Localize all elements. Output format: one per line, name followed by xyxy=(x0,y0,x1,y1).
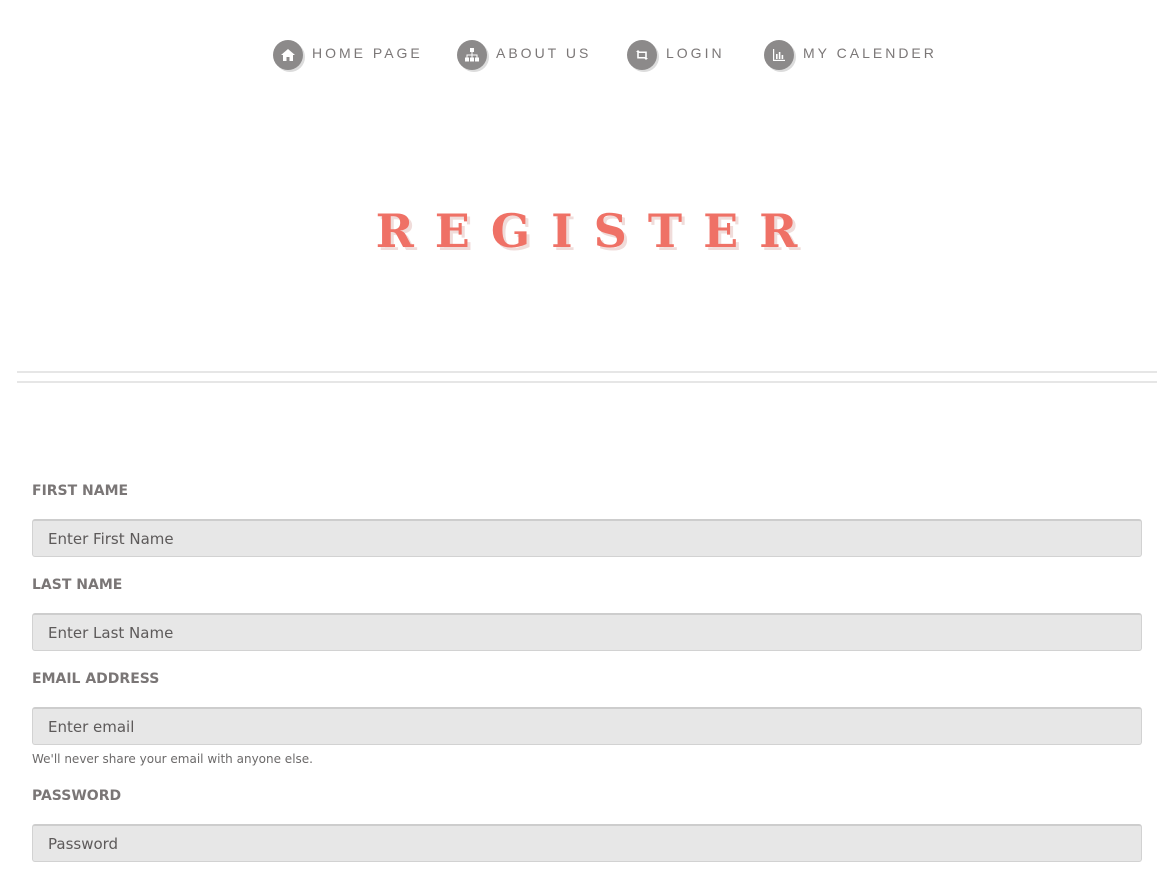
last-name-input[interactable] xyxy=(32,613,1142,651)
bar-chart-icon xyxy=(764,40,794,70)
nav-item-my-calender[interactable]: MY CALENDER xyxy=(764,38,937,74)
nav-item-about-us[interactable]: ABOUT US xyxy=(457,38,591,74)
nav-item-home-page[interactable]: HOME PAGE xyxy=(273,38,423,74)
nav-item-label: MY CALENDER xyxy=(803,45,937,61)
divider xyxy=(17,381,1157,383)
divider xyxy=(17,371,1157,373)
password-input[interactable] xyxy=(32,824,1142,862)
email-input[interactable] xyxy=(32,707,1142,745)
home-icon xyxy=(273,40,303,70)
nav-item-login[interactable]: LOGIN xyxy=(627,38,725,74)
retweet-icon xyxy=(627,40,657,70)
password-label: PASSWORD xyxy=(32,788,122,804)
nav-item-label: HOME PAGE xyxy=(312,45,423,61)
top-nav: HOME PAGE ABOUT US LOGIN MY CALENDER xyxy=(0,38,1173,74)
register-form: FIRST NAME LAST NAME EMAIL ADDRESS We'll… xyxy=(0,0,1173,880)
page-title: REGISTER xyxy=(375,204,819,258)
first-name-input[interactable] xyxy=(32,519,1142,557)
first-name-label: FIRST NAME xyxy=(32,483,129,499)
last-name-label: LAST NAME xyxy=(32,577,123,593)
sitemap-icon xyxy=(457,40,487,70)
email-help-text: We'll never share your email with anyone… xyxy=(32,752,313,766)
nav-item-label: LOGIN xyxy=(666,45,725,61)
email-label: EMAIL ADDRESS xyxy=(32,671,160,687)
nav-item-label: ABOUT US xyxy=(496,45,592,61)
